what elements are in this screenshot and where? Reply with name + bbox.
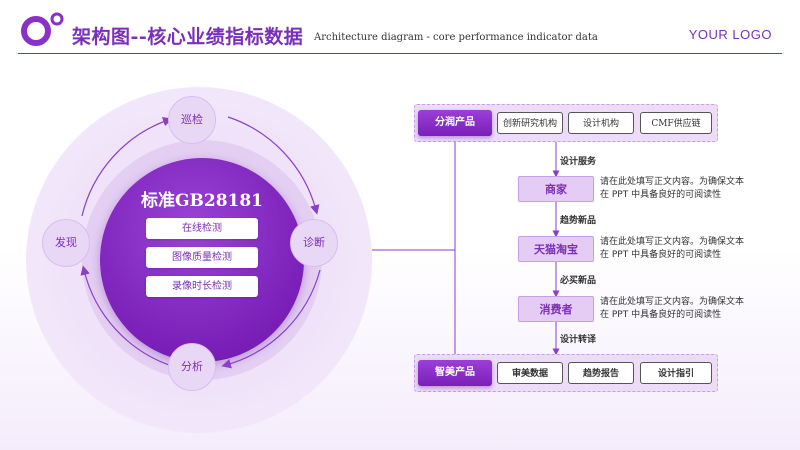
bottom-sub-aesthetic: 审美数据 xyxy=(497,362,563,384)
top-sub-design: 设计机构 xyxy=(568,112,634,134)
step-tmall-taobao: 天猫淘宝 xyxy=(518,236,594,262)
step-merchant-desc: 请在此处填写正文内容。为确保文本在 PPT 中具备良好的可阅读性 xyxy=(600,177,745,200)
core-item-image-quality: 图像质量检测 xyxy=(146,247,258,268)
bottom-main-tag: 智美产品 xyxy=(418,360,492,386)
core-title: 标准GB28181 xyxy=(140,191,264,211)
node-analysis: 分析 xyxy=(168,343,216,391)
node-diagnosis: 诊断 xyxy=(290,219,338,267)
bottom-sub-guide: 设计指引 xyxy=(640,362,712,384)
step-tmall-taobao-desc: 请在此处填写正文内容。为确保文本在 PPT 中具备良好的可阅读性 xyxy=(600,237,745,260)
step-consumer: 消费者 xyxy=(518,296,594,322)
core-item-recording: 录像时长检测 xyxy=(146,276,258,297)
node-inspection: 巡检 xyxy=(168,96,216,144)
step-consumer-desc: 请在此处填写正文内容。为确保文本在 PPT 中具备良好的可阅读性 xyxy=(600,297,745,320)
node-discovery: 发现 xyxy=(42,219,90,267)
arrow-label-1: 设计服务 xyxy=(560,157,597,167)
arrow-label-3: 必买新品 xyxy=(560,276,597,286)
top-main-tag: 分润产品 xyxy=(418,110,492,136)
core-item-online: 在线检测 xyxy=(146,218,258,239)
top-sub-cmf: CMF供应链 xyxy=(640,112,712,134)
arrow-label-4: 设计转译 xyxy=(560,335,597,345)
bottom-sub-trend: 趋势报告 xyxy=(568,362,634,384)
arrow-label-2: 趋势新品 xyxy=(560,216,597,226)
step-merchant: 商家 xyxy=(518,176,594,202)
top-sub-research: 创新研究机构 xyxy=(497,112,563,134)
slide: 架构图--核心业绩指标数据 Architecture diagram - cor… xyxy=(0,0,800,450)
